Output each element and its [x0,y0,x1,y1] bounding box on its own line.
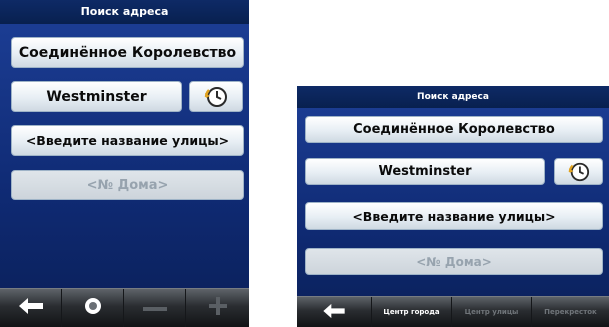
back-button[interactable] [0,289,62,327]
city-button[interactable]: Westminster [11,81,182,112]
clock-history-icon [566,161,592,183]
page-title: Поиск адреса [0,0,249,24]
clock-history-icon [202,85,230,109]
plus-icon [208,296,228,320]
center-button[interactable] [62,289,124,327]
zoom-in-button[interactable] [186,289,249,327]
minus-icon [142,299,168,318]
address-search-screen-portrait: Поиск адреса Соединённое Королевство Wes… [0,0,249,327]
history-button[interactable] [554,158,603,185]
bottom-toolbar [0,288,249,327]
back-arrow-icon [18,297,44,319]
country-button[interactable]: Соединённое Королевство [11,37,244,68]
back-arrow-icon [322,303,346,321]
city-button[interactable]: Westminster [305,158,545,185]
back-button[interactable] [297,297,372,327]
street-input-button[interactable]: <Введите название улицы> [11,125,244,156]
intersection-button[interactable]: Перекресток [532,297,609,327]
street-input-button[interactable]: <Введите название улицы> [305,202,603,230]
house-number-button[interactable]: <№ Дома> [305,248,603,275]
city-center-button[interactable]: Центр города [372,297,452,327]
house-number-button[interactable]: <№ Дома> [11,170,244,200]
zoom-out-button[interactable] [124,289,186,327]
street-center-button[interactable]: Центр улицы [452,297,532,327]
page-title: Поиск адреса [297,86,609,108]
bottom-toolbar: Центр города Центр улицы Перекресток [297,296,609,327]
circle-target-icon [83,296,103,320]
history-button[interactable] [189,81,243,112]
country-button[interactable]: Соединённое Королевство [305,116,603,143]
address-search-screen-landscape: Поиск адреса Соединённое Королевство Wes… [297,86,609,327]
